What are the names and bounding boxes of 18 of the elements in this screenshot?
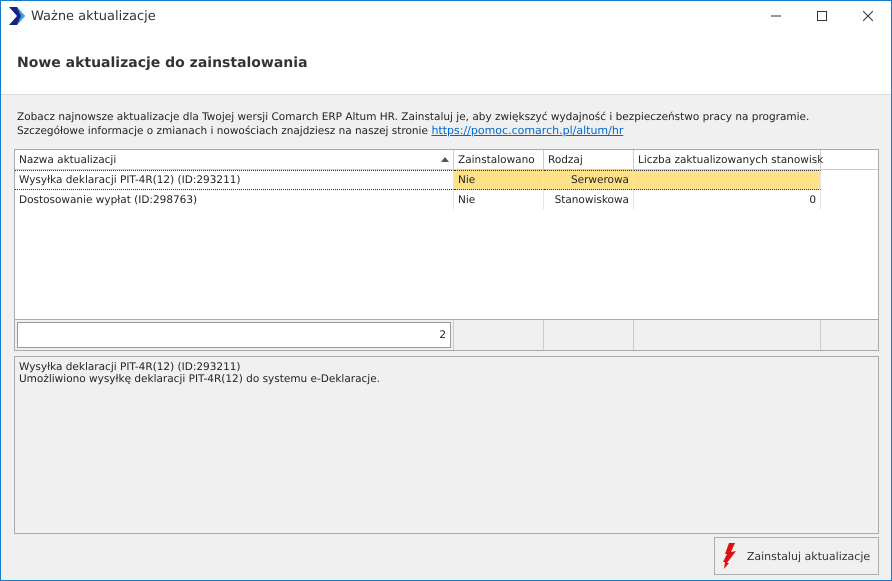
table-cell: Nie	[454, 170, 544, 190]
header-title: Nowe aktualizacje do zainstalowania	[17, 54, 308, 70]
details-text: Umożliwiono wysyłkę deklaracji PIT-4R(12) do systemu e-Deklaracje.	[19, 373, 382, 385]
table-cell: Serwerowa	[544, 170, 634, 190]
install-button[interactable]: Zainstaluj aktualizacje	[714, 537, 879, 575]
table-cell: Wysyłka deklaracji PIT-4R(12) (ID:293211)	[15, 170, 454, 190]
maximize-icon	[817, 11, 827, 21]
help-link[interactable]: https://pomoc.comarch.pl/altum/hr	[431, 124, 624, 137]
lightning-icon	[722, 543, 737, 569]
details-title: Wysyłka deklaracji PIT-4R(12) (ID:293211)	[19, 361, 242, 373]
intro-text: Zobacz najnowsze aktualizacje dla Twojej wersji Comarch ERP Altum HR. Zainstaluj je, aby zwiększyć wydajność i bezpieczeństwo pracy na programie.	[17, 111, 810, 123]
app-logo-icon	[9, 7, 25, 25]
info-text: Szczegółowe informacje o zmianach i nowościach znajdziesz na naszej stronie	[17, 125, 428, 137]
window-title: Ważne aktualizacje	[31, 8, 157, 24]
table-row[interactable]: Wysyłka deklaracji PIT-4R(12) (ID:293211) Nie Serwerowa	[15, 170, 878, 190]
table-row[interactable]: Dostosowanie wypłat (ID:298763) Nie Stanowiskowa 0	[15, 190, 878, 210]
count-field: 2	[17, 322, 451, 348]
close-icon	[863, 11, 873, 21]
